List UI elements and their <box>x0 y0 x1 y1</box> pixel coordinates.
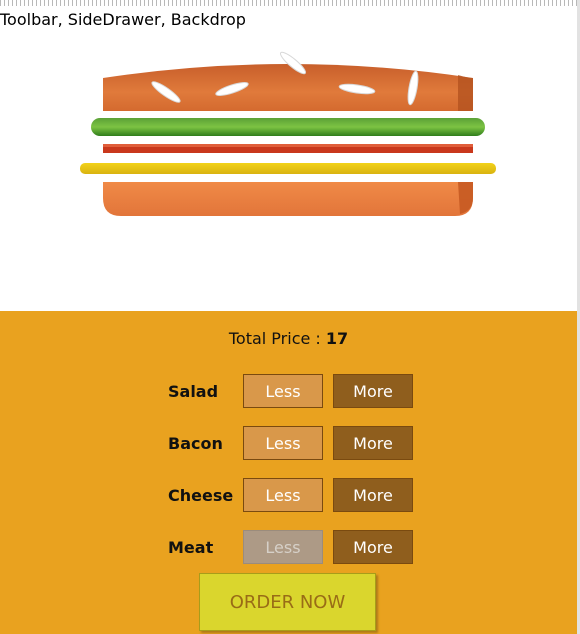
control-row-meat: Meat Less More <box>168 530 413 564</box>
bread-top <box>103 51 473 111</box>
burger-illustration <box>80 51 496 216</box>
control-label-bacon: Bacon <box>168 433 223 453</box>
control-row-bacon: Bacon Less More <box>168 426 413 460</box>
control-row-salad: Salad Less More <box>168 374 413 408</box>
toolbar-placeholder-text: Toolbar, SideDrawer, Backdrop <box>0 10 246 29</box>
burger-preview <box>0 30 577 311</box>
less-cheese-button[interactable]: Less <box>243 478 323 512</box>
control-label-cheese: Cheese <box>168 485 234 505</box>
control-row-cheese: Cheese Less More <box>168 478 413 512</box>
salad-layer <box>91 118 485 136</box>
more-cheese-button[interactable]: More <box>333 478 413 512</box>
control-label-meat: Meat <box>168 537 214 557</box>
bread-bottom <box>103 182 473 216</box>
more-salad-button[interactable]: More <box>333 374 413 408</box>
control-label-salad: Salad <box>168 381 219 401</box>
build-controls: Total Price : 17 Salad Less More Bacon L… <box>0 311 577 634</box>
total-price-value: 17 <box>325 329 349 348</box>
more-meat-button[interactable]: More <box>333 530 413 564</box>
cheese-layer <box>80 163 496 174</box>
top-ruler <box>0 0 580 6</box>
less-meat-button[interactable]: Less <box>243 530 323 564</box>
less-bacon-button[interactable]: Less <box>243 426 323 460</box>
bacon-layer <box>103 144 473 153</box>
more-bacon-button[interactable]: More <box>333 426 413 460</box>
total-price: Total Price : 17 <box>0 329 577 348</box>
less-salad-button[interactable]: Less <box>243 374 323 408</box>
order-now-button[interactable]: ORDER NOW <box>199 573 376 631</box>
total-price-label: Total Price : <box>228 329 326 348</box>
